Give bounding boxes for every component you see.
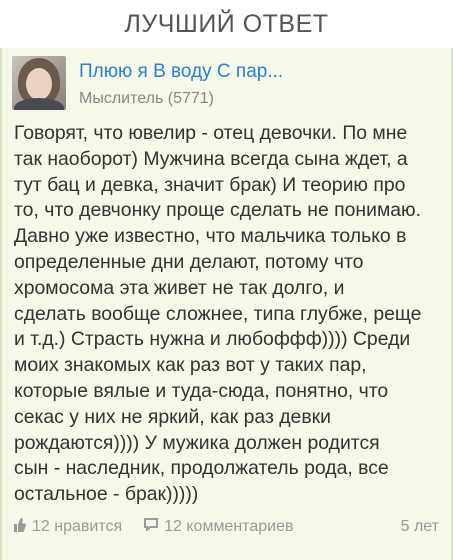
- comments-button[interactable]: 12 комментариев: [144, 518, 293, 536]
- thumbs-up-icon: [14, 517, 26, 537]
- author-rank: Мыслитель (5771): [79, 90, 214, 107]
- answer-age: 5 лет: [400, 518, 439, 535]
- avatar[interactable]: [12, 56, 66, 110]
- author-info: Плюю я В воду С пар... Мыслитель (5771): [79, 56, 283, 110]
- comment-icon: [144, 518, 159, 536]
- answer-text: Говорят, что ювелир - отец девочки. По м…: [14, 122, 422, 506]
- like-button[interactable]: 12 нравится: [14, 517, 123, 537]
- answer-footer: 12 нравится 12 комментариев 5 лет: [14, 516, 439, 538]
- likes-count: 12 нравится: [32, 518, 123, 535]
- comments-count: 12 комментариев: [164, 518, 294, 535]
- best-answer-card: Плюю я В воду С пар... Мыслитель (5771) …: [0, 48, 453, 560]
- author-name-link[interactable]: Плюю я В воду С пар...: [79, 60, 283, 84]
- author-block[interactable]: Плюю я В воду С пар... Мыслитель (5771): [12, 56, 283, 110]
- header: ЛУЧШИЙ ОТВЕТ: [0, 0, 453, 49]
- page-title: ЛУЧШИЙ ОТВЕТ: [124, 9, 329, 38]
